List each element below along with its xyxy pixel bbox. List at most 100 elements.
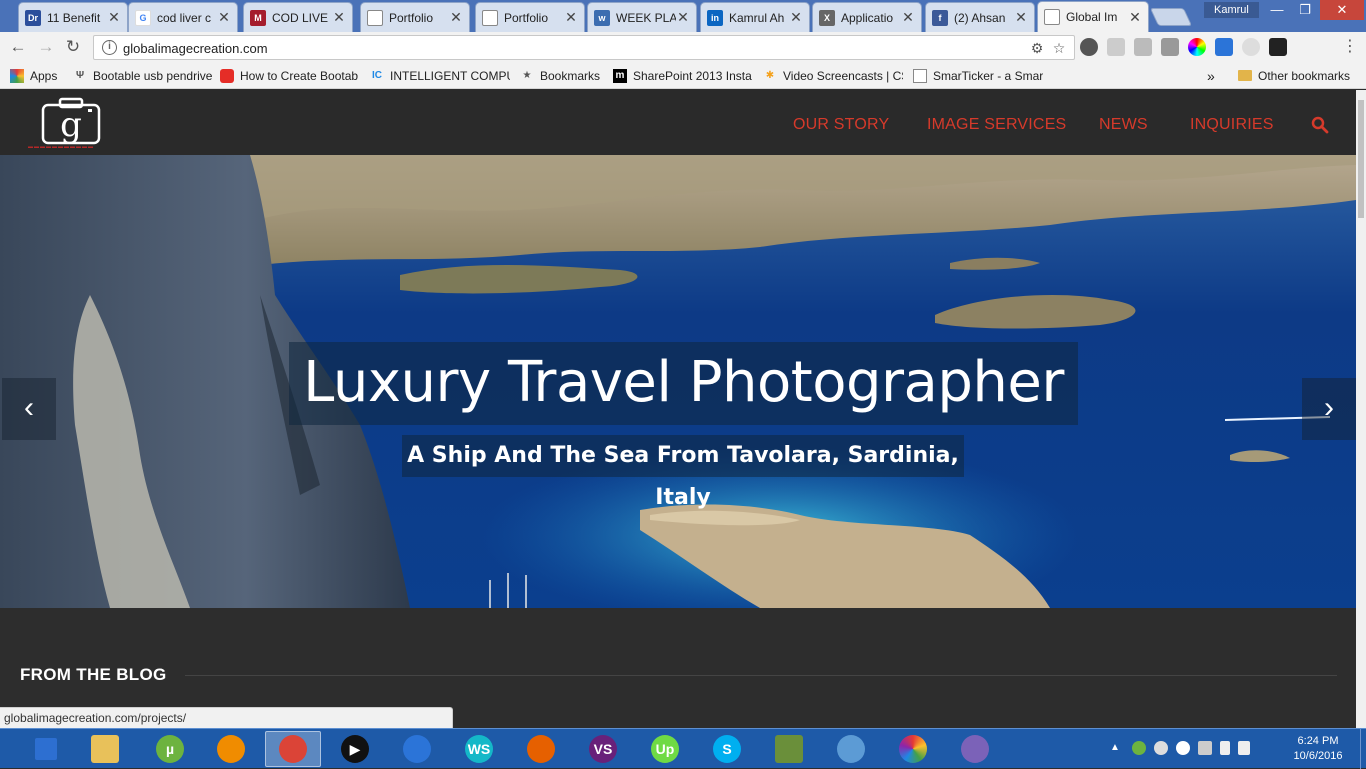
nav-inquiries[interactable]: INQUIRIES xyxy=(1190,116,1274,134)
extension-cube-icon[interactable] xyxy=(1161,38,1179,56)
nav-news[interactable]: NEWS xyxy=(1099,116,1148,134)
extension-moon-icon[interactable] xyxy=(1080,38,1098,56)
extension-spiral-icon[interactable] xyxy=(1242,38,1260,56)
tray-network-icon[interactable] xyxy=(1238,741,1250,755)
bookmark-item[interactable]: ✱ Video Screencasts | CS xyxy=(763,68,903,83)
tray-utorrent-icon[interactable] xyxy=(1132,741,1146,755)
browser-tab[interactable]: Dr 11 Benefit ✕ xyxy=(18,2,128,32)
taskbar-app-button[interactable] xyxy=(947,731,1003,767)
bookmark-item[interactable]: Ψ Bootable usb pendrive xyxy=(73,68,213,83)
tab-close-icon[interactable]: ✕ xyxy=(1128,9,1142,26)
scrollbar-thumb[interactable] xyxy=(1358,100,1364,218)
close-window-button[interactable]: ✕ xyxy=(1320,0,1364,20)
tab-close-icon[interactable]: ✕ xyxy=(789,9,803,26)
tab-close-icon[interactable]: ✕ xyxy=(332,9,346,26)
reload-button[interactable]: ↻ xyxy=(63,37,83,57)
bookmark-item[interactable]: SmarTicker - a Smart xyxy=(913,68,1043,83)
system-clock[interactable]: 6:24 PM 10/6/2016 xyxy=(1288,734,1348,764)
site-info-icon[interactable]: i xyxy=(102,40,117,55)
profile-button[interactable]: Kamrul xyxy=(1204,2,1259,18)
new-tab-button[interactable] xyxy=(1149,8,1193,26)
bookmark-item[interactable]: How to Create Bootab xyxy=(220,68,360,83)
google-drive-icon xyxy=(403,735,431,763)
tray-volume-icon[interactable] xyxy=(1220,741,1230,755)
tab-close-icon[interactable]: ✕ xyxy=(676,9,690,26)
site-logo[interactable]: g xyxy=(40,95,102,150)
extension-color-wheel-icon[interactable] xyxy=(1188,38,1206,56)
tray-drive-icon[interactable] xyxy=(1154,741,1168,755)
taskbar-utorrent-button[interactable]: µ xyxy=(142,731,198,767)
windows-taskbar: µ ▶ WS VS Up S ▲ 6:24 PM 10/6/2016 xyxy=(0,728,1366,769)
nav-image-services[interactable]: IMAGE SERVICES xyxy=(927,116,1066,134)
tab-close-icon[interactable]: ✕ xyxy=(217,9,231,26)
show-desktop-button[interactable] xyxy=(1360,729,1366,769)
bookmark-star-icon[interactable]: ☆ xyxy=(1051,40,1067,56)
taskbar-paint-button[interactable] xyxy=(823,731,879,767)
m-icon: m xyxy=(613,68,627,83)
tray-show-hidden-icon[interactable]: ▲ xyxy=(1110,741,1124,755)
address-url[interactable]: globalimagecreation.com xyxy=(123,41,268,56)
tab-favicon-icon xyxy=(1044,9,1060,25)
tab-close-icon[interactable]: ✕ xyxy=(1014,9,1028,26)
bookmark-item[interactable]: Apps xyxy=(10,68,65,83)
extension-binoculars-icon[interactable] xyxy=(1269,38,1287,56)
svg-text:g: g xyxy=(60,105,82,145)
taskbar-visual-studio-button[interactable]: VS xyxy=(575,731,631,767)
forward-button[interactable]: → xyxy=(36,37,56,57)
browser-tab[interactable]: X Applicatio ✕ xyxy=(812,2,922,32)
tab-title: WEEK PLA xyxy=(616,10,676,25)
extension-leaf-icon[interactable] xyxy=(1107,38,1125,56)
browser-tab[interactable]: in Kamrul Ah ✕ xyxy=(700,2,810,32)
bookmarks-overflow-button[interactable]: » xyxy=(1207,68,1215,83)
tab-close-icon[interactable]: ✕ xyxy=(564,9,578,26)
search-icon[interactable] xyxy=(1311,116,1329,134)
other-bookmarks-folder[interactable]: Other bookmarks xyxy=(1238,68,1350,83)
bookmark-item[interactable]: m SharePoint 2013 Insta xyxy=(613,68,753,83)
taskbar-firefox-button[interactable] xyxy=(513,731,569,767)
taskbar-file-explorer-button[interactable] xyxy=(77,731,133,767)
taskbar-start-button[interactable] xyxy=(18,731,74,767)
browser-tab[interactable]: f (2) Ahsan ✕ xyxy=(925,2,1035,32)
minimize-button[interactable]: — xyxy=(1262,0,1292,20)
taskbar-upwork-button[interactable]: Up xyxy=(637,731,693,767)
browser-tab[interactable]: Portfolio ✕ xyxy=(475,2,585,32)
tray-upwork-icon[interactable] xyxy=(1176,741,1190,755)
tab-title: cod liver c xyxy=(157,10,212,25)
paint-icon xyxy=(837,735,865,763)
tab-title: COD LIVE xyxy=(272,10,329,25)
taskbar-chrome-button[interactable] xyxy=(265,731,321,767)
page-scrollbar[interactable] xyxy=(1356,90,1366,728)
taskbar-webstorm-button[interactable]: WS xyxy=(451,731,507,767)
slider-next-button[interactable]: › xyxy=(1302,378,1356,440)
taskbar-notepad-button[interactable] xyxy=(761,731,817,767)
chrome-menu-icon[interactable]: ⋮ xyxy=(1342,38,1358,56)
maximize-button[interactable]: ❐ xyxy=(1290,0,1320,20)
browser-tab[interactable]: Portfolio ✕ xyxy=(360,2,470,32)
browser-tab[interactable]: Gcod liver c ✕ xyxy=(128,2,238,32)
taskbar-picasa-button[interactable] xyxy=(885,731,941,767)
tab-close-icon[interactable]: ✕ xyxy=(901,9,915,26)
address-bar[interactable]: i globalimagecreation.com ⚙ ☆ xyxy=(93,35,1075,60)
tab-close-icon[interactable]: ✕ xyxy=(449,9,463,26)
browser-tab[interactable]: M COD LIVE ✕ xyxy=(243,2,353,32)
tab-favicon-icon xyxy=(367,9,383,26)
taskbar-google-drive-button[interactable] xyxy=(389,731,445,767)
browser-tab[interactable]: w WEEK PLA ✕ xyxy=(587,2,697,32)
tray-device-icon[interactable] xyxy=(1198,741,1212,755)
extension-grid-icon[interactable] xyxy=(1134,38,1152,56)
slider-prev-button[interactable]: ‹ xyxy=(2,378,56,440)
tab-close-icon[interactable]: ✕ xyxy=(107,9,121,26)
tab-title: Applicatio xyxy=(841,10,894,25)
extension-blocked-icon[interactable]: ⚙ xyxy=(1029,40,1045,56)
taskbar-vlc-button[interactable] xyxy=(203,731,259,767)
bookmark-item[interactable]: IC INTELLIGENT COMPUT xyxy=(370,68,510,83)
taskbar-skype-button[interactable]: S xyxy=(699,731,755,767)
taskbar-media-player-button[interactable]: ▶ xyxy=(327,731,383,767)
tab-title: Portfolio xyxy=(504,10,549,25)
extension-drive-icon[interactable] xyxy=(1215,38,1233,56)
bookmark-item[interactable]: ★ Bookmarks xyxy=(520,68,605,83)
asterisk-icon: ✱ xyxy=(765,70,775,81)
browser-tab[interactable]: Global Im ✕ xyxy=(1037,1,1149,32)
back-button[interactable]: ← xyxy=(8,37,28,57)
nav-our-story[interactable]: OUR STORY xyxy=(793,116,889,134)
